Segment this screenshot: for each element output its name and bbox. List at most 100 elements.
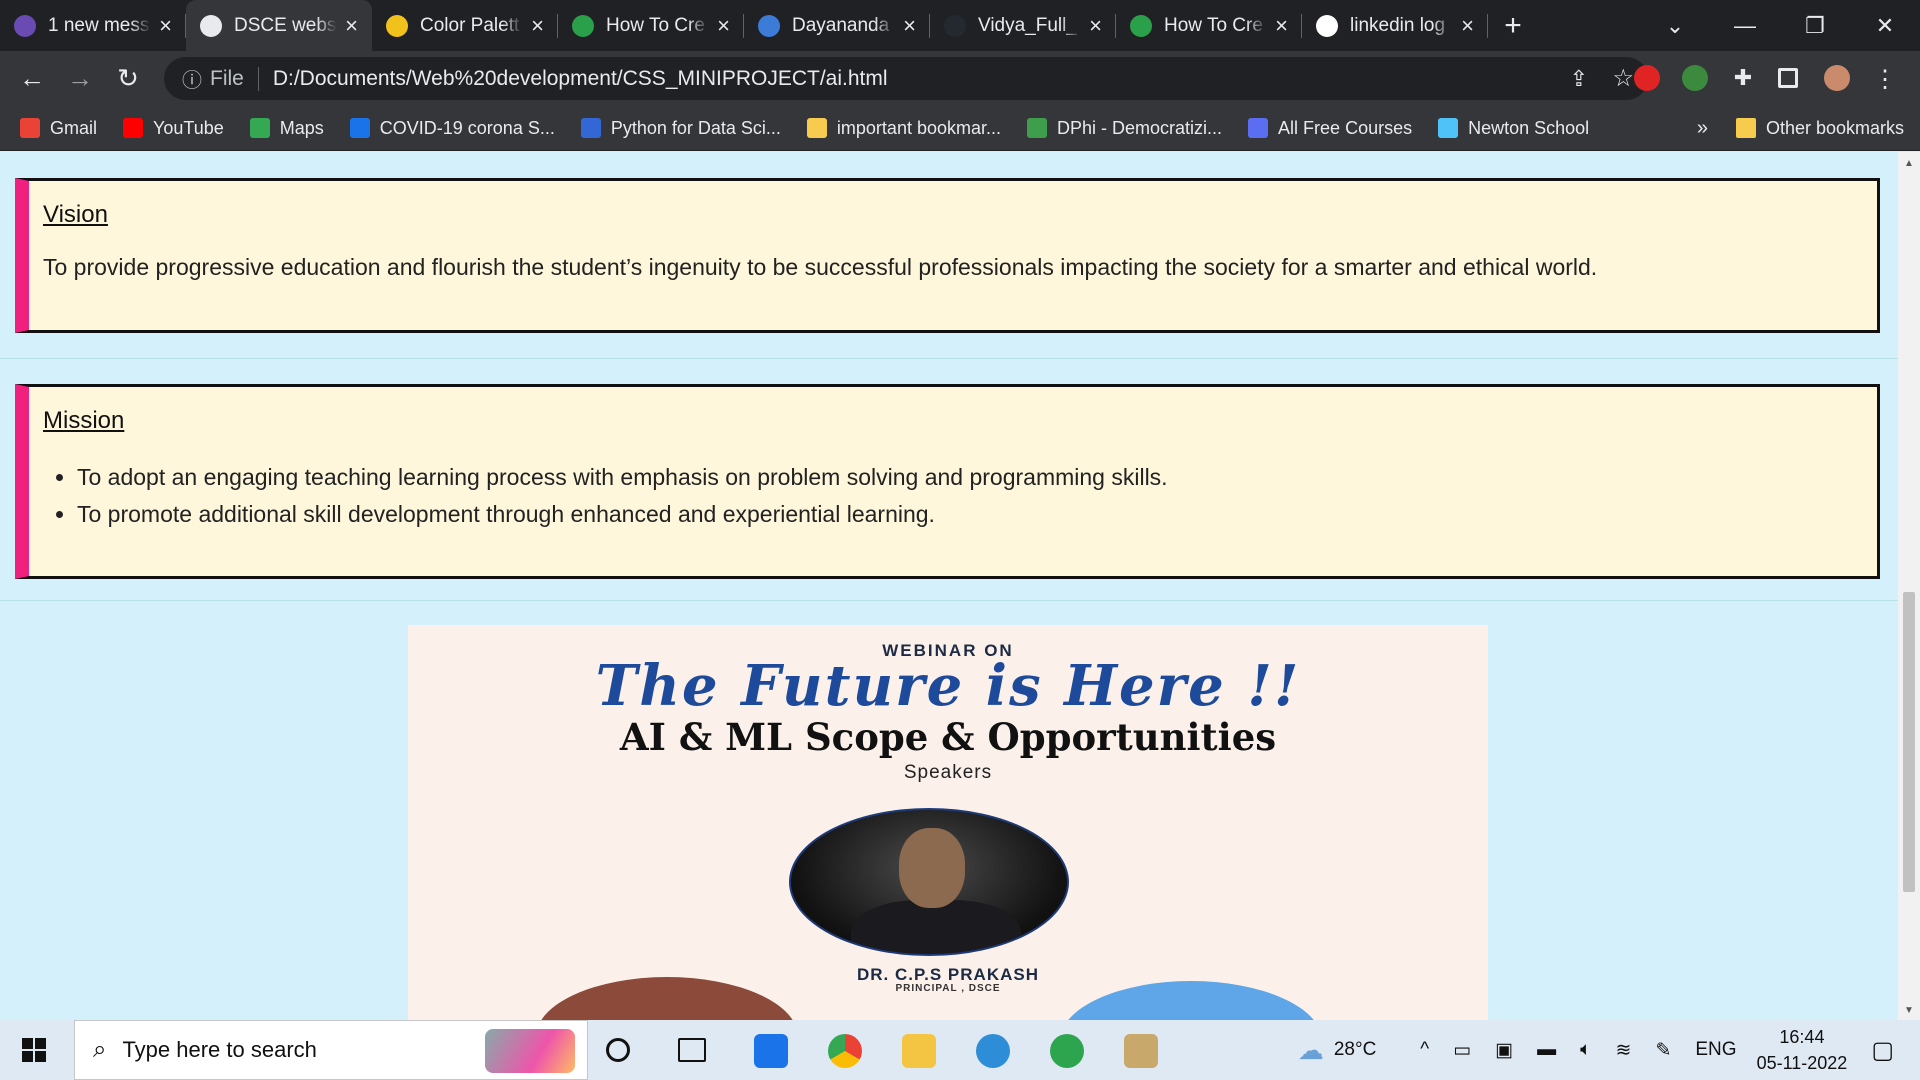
- vertical-scrollbar[interactable]: ▲ ▼: [1898, 152, 1920, 1020]
- close-window-button[interactable]: ✕: [1850, 13, 1920, 39]
- tab-favicon-icon: [944, 14, 966, 37]
- mail-icon[interactable]: [754, 1034, 788, 1068]
- side-panel-icon[interactable]: [1778, 68, 1798, 88]
- menu-kebab-icon[interactable]: ⋮: [1872, 65, 1898, 93]
- tab-close-icon[interactable]: ×: [717, 13, 730, 39]
- window-controls: ⌄ — ❐ ✕: [1640, 0, 1920, 51]
- tab-favicon-icon: [14, 14, 36, 37]
- omnibox-divider: [257, 66, 259, 91]
- scrollbar-thumb[interactable]: [1903, 592, 1915, 892]
- tab[interactable]: How To Cre ×: [558, 0, 744, 51]
- wifi-icon[interactable]: ≋: [1616, 1039, 1632, 1062]
- bookmarks-bar: Gmail YouTube Maps COVID-19 corona S... Pyth…: [0, 106, 1920, 151]
- other-bookmarks[interactable]: Other bookmarks: [1766, 118, 1904, 139]
- bookmark-item[interactable]: YouTube: [123, 118, 224, 139]
- meet-icon[interactable]: ▭: [1453, 1039, 1471, 1062]
- bookmark-item[interactable]: All Free Courses: [1248, 118, 1412, 139]
- extensions-puzzle-icon[interactable]: ✚: [1730, 65, 1756, 91]
- tab-list: 1 new mess × DSCE websi × Color Palett × How T…: [0, 0, 1488, 51]
- cortana-icon[interactable]: [606, 1038, 630, 1062]
- minimize-button[interactable]: —: [1710, 13, 1780, 39]
- mission-item: To adopt an engaging teaching learning p…: [77, 459, 1877, 496]
- tab[interactable]: linkedin log ×: [1302, 0, 1488, 51]
- restore-button[interactable]: ❐: [1780, 13, 1850, 39]
- browser-toolbar: ← → ↻ ⓘ File D:/Documents/Web%20developm…: [0, 51, 1920, 106]
- divider: [0, 358, 1898, 359]
- language-indicator[interactable]: ENG: [1695, 1039, 1736, 1061]
- weather-cloud-icon[interactable]: ☁: [1298, 1035, 1324, 1066]
- profile-avatar[interactable]: [1824, 65, 1850, 91]
- tab[interactable]: Dayananda ×: [744, 0, 930, 51]
- back-button[interactable]: ←: [8, 63, 56, 94]
- pen-icon[interactable]: ✎: [1655, 1039, 1671, 1062]
- taskbar-search[interactable]: ⌕ Type here to search: [74, 1020, 588, 1080]
- windows-logo-icon: [35, 1038, 46, 1049]
- display-icon[interactable]: ▣: [1495, 1039, 1513, 1062]
- mission-item: To promote additional skill development …: [77, 496, 1877, 533]
- bookmark-item[interactable]: important bookmar...: [806, 118, 1001, 139]
- tab-close-icon[interactable]: ×: [1275, 13, 1288, 39]
- bookmark-item[interactable]: Maps: [249, 118, 324, 139]
- info-icon[interactable]: ⓘ: [182, 64, 202, 93]
- webinar-poster: WEBINAR ON The Future is Here !! AI & ML…: [408, 625, 1488, 1020]
- tab[interactable]: DSCE websi ×: [186, 0, 372, 51]
- share-icon[interactable]: ⇪: [1570, 66, 1588, 92]
- tab[interactable]: How To Cre ×: [1116, 0, 1302, 51]
- tab[interactable]: Color Palett ×: [372, 0, 558, 51]
- battery-icon[interactable]: ▬: [1537, 1039, 1556, 1061]
- atom-icon[interactable]: [1050, 1034, 1084, 1068]
- tab[interactable]: Vidya_Full_ ×: [930, 0, 1116, 51]
- new-tab-button[interactable]: +: [1488, 0, 1538, 51]
- tab-close-icon[interactable]: ×: [1461, 13, 1474, 39]
- scroll-up-arrow[interactable]: ▲: [1898, 158, 1920, 169]
- address-bar[interactable]: ⓘ File D:/Documents/Web%20development/CS…: [164, 57, 1648, 100]
- speaker-role: PRINCIPAL , DSCE: [895, 983, 1001, 994]
- notifications-icon[interactable]: ▢: [1871, 1036, 1894, 1065]
- tab-close-icon[interactable]: ×: [1089, 13, 1102, 39]
- adblock-extension-icon[interactable]: [1634, 65, 1660, 91]
- url-text[interactable]: D:/Documents/Web%20development/CSS_MINIP…: [273, 67, 888, 91]
- clock[interactable]: 16:44 05-11-2022: [1757, 1024, 1848, 1076]
- tab-search-icon[interactable]: ⌄: [1640, 13, 1710, 39]
- start-button[interactable]: [22, 1038, 46, 1062]
- vision-box: Vision To provide progressive education …: [15, 178, 1880, 333]
- bookmark-item[interactable]: COVID-19 corona S...: [349, 118, 555, 139]
- chrome-icon[interactable]: [828, 1034, 862, 1068]
- bookmark-favicon-icon: [249, 118, 270, 138]
- vision-text: To provide progressive education and flo…: [43, 254, 1598, 280]
- bookmark-item[interactable]: Gmail: [20, 118, 97, 139]
- tray-chevron-icon[interactable]: ^: [1420, 1039, 1429, 1061]
- clock-time: 16:44: [1779, 1027, 1825, 1047]
- clock-date: 05-11-2022: [1756, 1053, 1848, 1073]
- bookmark-favicon-icon: [1438, 118, 1459, 138]
- tab-title: linkedin log: [1350, 14, 1446, 36]
- tab-close-icon[interactable]: ×: [903, 13, 916, 39]
- tab[interactable]: 1 new mess ×: [0, 0, 186, 51]
- reload-button[interactable]: ↻: [104, 63, 152, 94]
- bookmark-star-icon[interactable]: ☆: [1612, 64, 1634, 93]
- speaker-name: DR. C.P.S PRAKASH: [857, 965, 1039, 984]
- weather-temp[interactable]: 28°C: [1334, 1039, 1376, 1061]
- bookmark-favicon-icon: [806, 118, 827, 138]
- forward-button[interactable]: →: [56, 63, 104, 94]
- more-bookmarks-button[interactable]: »: [1697, 117, 1708, 140]
- tab-close-icon[interactable]: ×: [531, 13, 544, 39]
- bookmark-label: Gmail: [50, 117, 98, 138]
- mission-list: To adopt an engaging teaching learning p…: [77, 459, 1877, 533]
- file-label: File: [210, 66, 244, 90]
- tab-favicon-icon: [200, 14, 222, 37]
- tab-close-icon[interactable]: ×: [159, 13, 172, 39]
- tree-extension-icon[interactable]: [1682, 65, 1708, 91]
- file-explorer-icon[interactable]: [902, 1034, 936, 1068]
- edge-icon[interactable]: [976, 1034, 1010, 1068]
- bookmark-item[interactable]: Newton School: [1438, 118, 1589, 139]
- system-tray: ☁ 28°C ^ ▭ ▣ ▬ 🔈︎ ≋ ✎ ENG 16:44 05-11-20…: [1298, 1020, 1920, 1080]
- tab-close-icon[interactable]: ×: [345, 13, 358, 39]
- scroll-down-arrow[interactable]: ▼: [1898, 1005, 1920, 1016]
- bookmark-item[interactable]: Python for Data Sci...: [580, 118, 781, 139]
- bookmark-item[interactable]: DPhi - Democratizi...: [1027, 118, 1222, 139]
- volume-icon[interactable]: 🔈︎: [1580, 1039, 1591, 1061]
- paint-icon[interactable]: [1124, 1034, 1158, 1068]
- task-view-icon[interactable]: [678, 1038, 706, 1062]
- bookmark-label: YouTube: [153, 117, 224, 138]
